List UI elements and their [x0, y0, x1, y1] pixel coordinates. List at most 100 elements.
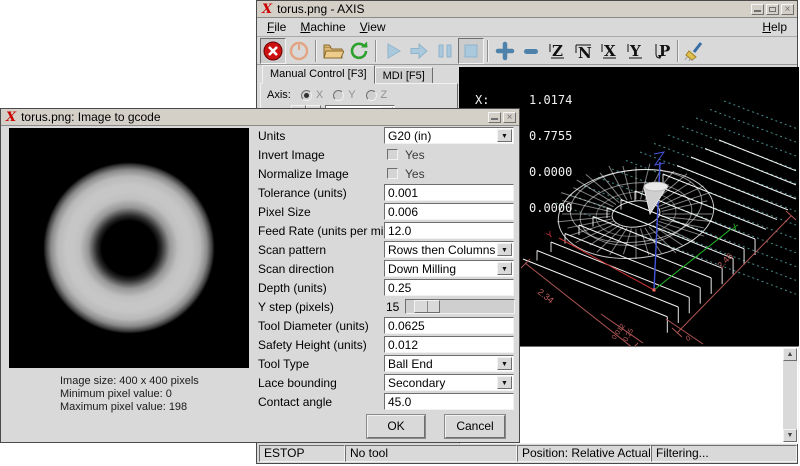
tool-type-combobox[interactable]: Ball End▼ [384, 355, 514, 372]
tab-manual-control[interactable]: Manual Control [F3] [262, 65, 375, 84]
field-label: Units [258, 129, 285, 143]
status-task: Filtering... [651, 445, 797, 462]
axis-z-radio[interactable] [366, 90, 377, 101]
close-button[interactable]: × [781, 4, 794, 15]
scan-direction-combobox[interactable]: Down Milling▼ [384, 260, 514, 277]
menu-view[interactable]: View [353, 19, 393, 35]
normalize-image-checkbox[interactable] [387, 168, 398, 179]
ok-button[interactable]: OK [367, 415, 425, 438]
units-combobox[interactable]: G20 (in)▼ [384, 127, 514, 144]
feed-rate-input[interactable]: 12.0 [384, 222, 514, 239]
dialog-titlebar[interactable]: X torus.png: Image to gcode × [1, 109, 519, 126]
field-row-depth: Depth (units) 0.25 [1, 279, 519, 296]
menu-file[interactable]: File [260, 19, 293, 35]
chevron-down-icon: ▼ [497, 376, 512, 389]
svg-text:P: P [659, 42, 670, 60]
close-icon: × [504, 111, 515, 124]
clear-plot-button[interactable] [682, 38, 708, 64]
desktop: X torus.png - AXIS × File Machine View H… [0, 0, 800, 466]
menu-machine[interactable]: Machine [293, 19, 352, 35]
field-label: Normalize Image [258, 167, 349, 181]
axis-logo-icon: X [262, 3, 272, 16]
scroll-down-icon[interactable]: ▼ [783, 429, 797, 442]
toolbar-separator [677, 40, 679, 62]
zoom-out-button[interactable] [518, 38, 544, 64]
chevron-down-icon: ▼ [497, 243, 512, 256]
step-icon [408, 40, 430, 62]
field-row-units: Units G20 (in)▼ [1, 127, 519, 144]
y-step-slider[interactable] [405, 299, 515, 314]
pause-button[interactable] [432, 38, 458, 64]
combo-value: Down Milling [388, 262, 456, 276]
slider-handle[interactable] [414, 300, 440, 313]
svg-text:N: N [578, 44, 592, 62]
field-label: Depth (units) [258, 281, 327, 295]
view-p-button[interactable]: P [648, 38, 674, 64]
field-row-tool-type: Tool Type Ball End▼ [1, 355, 519, 372]
view-x-button[interactable]: X [596, 38, 622, 64]
toolbar-separator [375, 40, 377, 62]
tool-diameter-input[interactable]: 0.0625 [384, 317, 514, 334]
depth-input[interactable]: 0.25 [384, 279, 514, 296]
field-row-feed-rate: Feed Rate (units per minute) 12.0 [1, 222, 519, 239]
clear-plot-icon [684, 40, 706, 62]
field-row-normalize: Normalize Image Yes [1, 165, 519, 182]
scroll-up-icon[interactable]: ▲ [783, 348, 797, 361]
minimize-icon [754, 10, 761, 12]
open-file-icon [322, 40, 344, 62]
run-button[interactable] [380, 38, 406, 64]
tab-mdi[interactable]: MDI [F5] [375, 67, 433, 84]
contact-angle-input[interactable]: 45.0 [384, 393, 514, 410]
minimize-button[interactable] [751, 4, 764, 15]
chevron-down-icon: ▼ [497, 129, 512, 142]
maximize-button[interactable] [766, 4, 779, 15]
scan-pattern-combobox[interactable]: Rows then Columns▼ [384, 241, 514, 258]
dialog-minimize-button[interactable] [488, 112, 501, 123]
field-label: Tool Type [258, 357, 309, 371]
view-y-icon: Y [624, 40, 646, 62]
stop-button[interactable] [458, 38, 484, 64]
dimension-z3-label: 0. [685, 334, 693, 343]
dialog-close-button[interactable]: × [503, 112, 516, 123]
view-n-button[interactable]: N [570, 38, 596, 64]
reload-button[interactable] [346, 38, 372, 64]
cancel-button[interactable]: Cancel [445, 415, 505, 438]
open-file-button[interactable] [320, 38, 346, 64]
status-estop: ESTOP [259, 445, 345, 462]
scrollbar[interactable]: ▲ ▼ [783, 348, 797, 442]
view-x-icon: X [598, 40, 620, 62]
menu-help[interactable]: Help [755, 19, 794, 35]
estop-button[interactable] [260, 38, 286, 64]
field-row-lace-bounding: Lace bounding Secondary▼ [1, 374, 519, 391]
lace-bounding-combobox[interactable]: Secondary▼ [384, 374, 514, 391]
axis-titlebar[interactable]: X torus.png - AXIS × [257, 1, 797, 18]
minimize-icon [491, 118, 498, 120]
axis-x-label: X [316, 89, 323, 101]
zoom-in-icon [494, 40, 516, 62]
axis-y-radio[interactable] [333, 90, 344, 101]
field-label: Scan direction [258, 262, 334, 276]
view-z-icon: Z [546, 40, 568, 62]
view-z-button[interactable]: Z [544, 38, 570, 64]
axis-label: Axis: [267, 89, 291, 101]
pixel-size-input[interactable]: 0.006 [384, 203, 514, 220]
dialog-title: torus.png: Image to gcode [21, 110, 486, 124]
field-row-scan-pattern: Scan pattern Rows then Columns▼ [1, 241, 519, 258]
zoom-in-button[interactable] [492, 38, 518, 64]
toolbar-separator [315, 40, 317, 62]
toolbar-separator [487, 40, 489, 62]
combo-value: Ball End [388, 357, 433, 371]
step-button[interactable] [406, 38, 432, 64]
stop-icon [460, 40, 482, 62]
machine-power-button[interactable] [286, 38, 312, 64]
invert-image-checkbox[interactable] [387, 149, 398, 160]
axis-x-radio[interactable] [301, 90, 312, 101]
svg-text:Y: Y [629, 42, 641, 60]
field-label: Tolerance (units) [258, 186, 347, 200]
field-label: Contact angle [258, 395, 332, 409]
view-y-button[interactable]: Y [622, 38, 648, 64]
field-label: Pixel Size [258, 205, 311, 219]
tolerance-input[interactable]: 0.001 [384, 184, 514, 201]
field-row-safety-height: Safety Height (units) 0.012 [1, 336, 519, 353]
safety-height-input[interactable]: 0.012 [384, 336, 514, 353]
